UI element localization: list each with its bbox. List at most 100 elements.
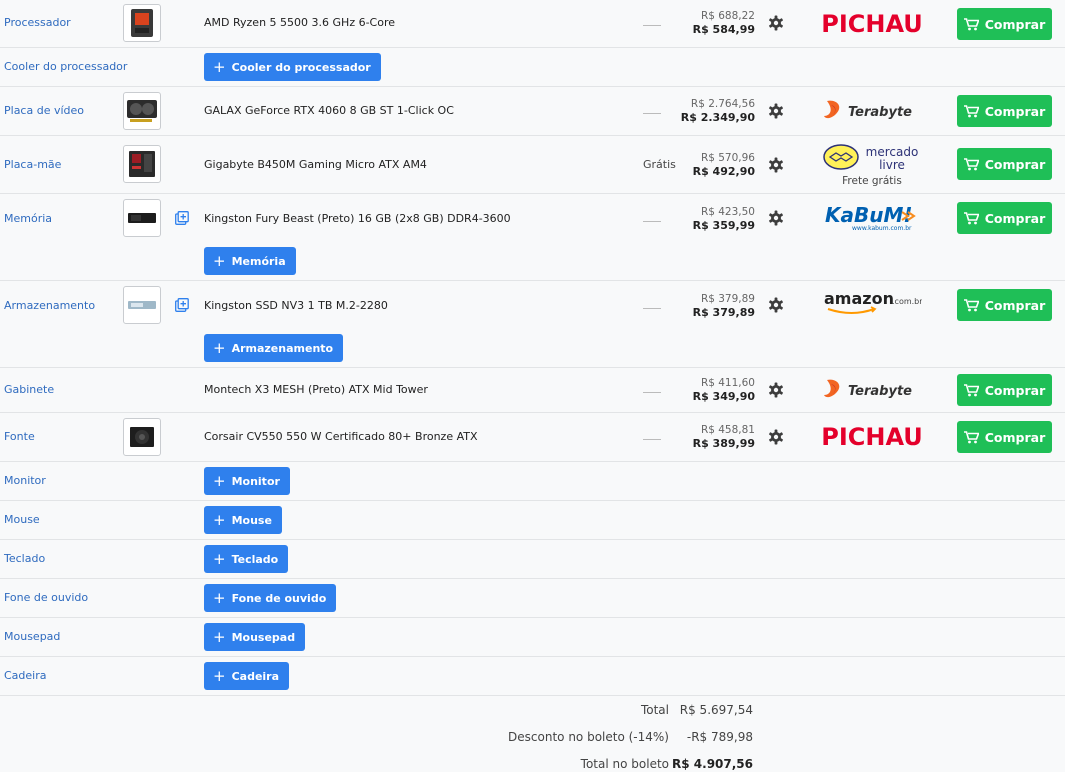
product-name-link[interactable]: Kingston Fury Beast (Preto) 16 GB (2x8 G… — [204, 212, 511, 225]
add-button-label: Monitor — [231, 474, 280, 488]
svg-text:Terabyte: Terabyte — [848, 105, 912, 120]
add-memoria-button[interactable]: + Memória — [204, 247, 296, 275]
cart-icon — [963, 104, 979, 117]
gear-icon[interactable] — [768, 297, 784, 313]
add-button-label: Mousepad — [231, 630, 296, 644]
category-link-teclado[interactable]: Teclado — [4, 552, 45, 565]
product-name-link[interactable]: AMD Ryzen 5 5500 3.6 GHz 6-Core — [204, 16, 395, 29]
svg-text:livre: livre — [879, 158, 905, 172]
price-original: R$ 411,60 — [700, 377, 755, 389]
shipping-dash — [643, 308, 661, 309]
price-original: R$ 570,96 — [700, 152, 755, 164]
part-row-teclado: Teclado + Teclado — [0, 540, 1065, 579]
category-link-mouse[interactable]: Mouse — [4, 513, 40, 526]
buy-button[interactable]: Comprar — [957, 202, 1052, 234]
part-row-processador: Processador AMD Ryzen 5 5500 3.6 GHz 6-C… — [0, 0, 1065, 48]
gear-icon[interactable] — [768, 382, 784, 398]
store-logo-amazon[interactable]: amazon.com.br — [822, 287, 922, 317]
product-thumbnail[interactable] — [123, 145, 161, 183]
category-link-gabinete[interactable]: Gabinete — [4, 383, 54, 396]
product-name-link[interactable]: Corsair CV550 550 W Certificado 80+ Bron… — [204, 430, 478, 443]
cart-icon — [963, 157, 979, 170]
buy-button-label: Comprar — [984, 103, 1046, 119]
shipping-dash — [643, 392, 661, 393]
product-name-link[interactable]: GALAX GeForce RTX 4060 8 GB ST 1-Click O… — [204, 104, 454, 117]
product-name-link[interactable]: Montech X3 MESH (Preto) ATX Mid Tower — [204, 383, 428, 396]
add-button-label: Cadeira — [231, 669, 280, 683]
price-block: R$ 423,50 R$ 359,99 — [693, 206, 755, 232]
product-thumbnail[interactable] — [123, 92, 161, 130]
shipping-dash — [643, 25, 661, 26]
cart-icon — [963, 17, 979, 30]
buy-button[interactable]: Comprar — [957, 421, 1052, 453]
add-mousepad-button[interactable]: + Mousepad — [204, 623, 306, 651]
add-mouse-button[interactable]: + Mouse — [204, 506, 282, 534]
price-original: R$ 379,89 — [700, 293, 755, 305]
part-row-cooler: Cooler do processador + Cooler do proces… — [0, 48, 1065, 87]
part-row-memoria: Memória Kingston Fury Beast (Preto) 16 G… — [0, 194, 1065, 281]
buy-button-label: Comprar — [984, 210, 1046, 226]
store-logo-pichau[interactable]: PICHAU — [822, 421, 922, 451]
product-thumbnail[interactable] — [123, 418, 161, 456]
gear-icon[interactable] — [768, 103, 784, 119]
plus-icon: + — [213, 588, 226, 607]
part-row-armazenamento: Armazenamento Kingston SSD NV3 1 TB M.2-… — [0, 281, 1065, 368]
product-thumbnail[interactable] — [123, 199, 161, 237]
add-fone-de-ouvido-button[interactable]: + Fone de ouvido — [204, 584, 337, 612]
add-button-label: Teclado — [231, 552, 279, 566]
category-link-fonte[interactable]: Fonte — [4, 430, 35, 443]
product-thumbnail[interactable] — [123, 4, 161, 42]
buy-button-label: Comprar — [984, 382, 1046, 398]
buy-button[interactable]: Comprar — [957, 8, 1052, 40]
svg-text:Terabyte: Terabyte — [848, 384, 912, 399]
buy-button-label: Comprar — [984, 429, 1046, 445]
category-link-armazenamento[interactable]: Armazenamento — [4, 299, 95, 312]
product-thumbnail[interactable] — [123, 286, 161, 324]
plus-icon: + — [213, 666, 226, 685]
product-name-link[interactable]: Gigabyte B450M Gaming Micro ATX AM4 — [204, 158, 427, 171]
store-logo-terabyte[interactable]: Terabyte — [822, 375, 922, 405]
svg-text:PICHAU: PICHAU — [822, 423, 922, 451]
category-link-memoria[interactable]: Memória — [4, 212, 52, 225]
duplicate-icon[interactable] — [175, 211, 189, 225]
part-row-fonte: Fonte Corsair CV550 550 W Certificado 80… — [0, 413, 1065, 462]
store-logo-mercadolivre[interactable]: mercadolivre — [822, 142, 922, 172]
part-row-monitor: Monitor + Monitor — [0, 462, 1065, 501]
price-block: R$ 570,96 R$ 492,90 — [693, 152, 755, 178]
buy-button[interactable]: Comprar — [957, 289, 1052, 321]
category-link-mousepad[interactable]: Mousepad — [4, 630, 60, 643]
buy-button[interactable]: Comprar — [957, 95, 1052, 127]
category-link-cooler[interactable]: Cooler do processador — [4, 60, 127, 73]
category-link-monitor[interactable]: Monitor — [4, 474, 46, 487]
discount-label: Desconto no boleto (-14%) — [508, 730, 669, 744]
gear-icon[interactable] — [768, 15, 784, 31]
gear-icon[interactable] — [768, 429, 784, 445]
duplicate-icon[interactable] — [175, 298, 189, 312]
product-name-link[interactable]: Kingston SSD NV3 1 TB M.2-2280 — [204, 299, 388, 312]
buy-button[interactable]: Comprar — [957, 374, 1052, 406]
add-cooler-button[interactable]: + Cooler do processador — [204, 53, 381, 81]
store-shipping-note: Frete grátis — [842, 175, 902, 187]
store-logo-kabum[interactable]: KaBuM!www.kabum.com.br — [822, 202, 922, 232]
store-logo-terabyte[interactable]: Terabyte — [822, 96, 922, 126]
add-teclado-button[interactable]: + Teclado — [204, 545, 289, 573]
category-link-processador[interactable]: Processador — [4, 16, 71, 29]
add-cadeira-button[interactable]: + Cadeira — [204, 662, 290, 690]
category-link-fone-de-ouvido[interactable]: Fone de ouvido — [4, 591, 88, 604]
shipping-dash — [643, 221, 661, 222]
total-label: Total — [640, 703, 669, 717]
gear-icon[interactable] — [768, 157, 784, 173]
price-current: R$ 349,90 — [692, 390, 755, 403]
add-armazenamento-button[interactable]: + Armazenamento — [204, 334, 344, 362]
category-link-placa-de-video[interactable]: Placa de vídeo — [4, 104, 84, 117]
plus-icon: + — [213, 251, 226, 270]
buy-button[interactable]: Comprar — [957, 148, 1052, 180]
plus-icon: + — [213, 549, 226, 568]
part-row-mousepad: Mousepad + Mousepad — [0, 618, 1065, 657]
store-logo-pichau[interactable]: PICHAU — [822, 8, 922, 38]
gear-icon[interactable] — [768, 210, 784, 226]
add-monitor-button[interactable]: + Monitor — [204, 467, 290, 495]
category-link-cadeira[interactable]: Cadeira — [4, 669, 47, 682]
part-row-placa-de-video: Placa de vídeo GALAX GeForce RTX 4060 8 … — [0, 87, 1065, 136]
category-link-placa-mae[interactable]: Placa-mãe — [4, 158, 61, 171]
